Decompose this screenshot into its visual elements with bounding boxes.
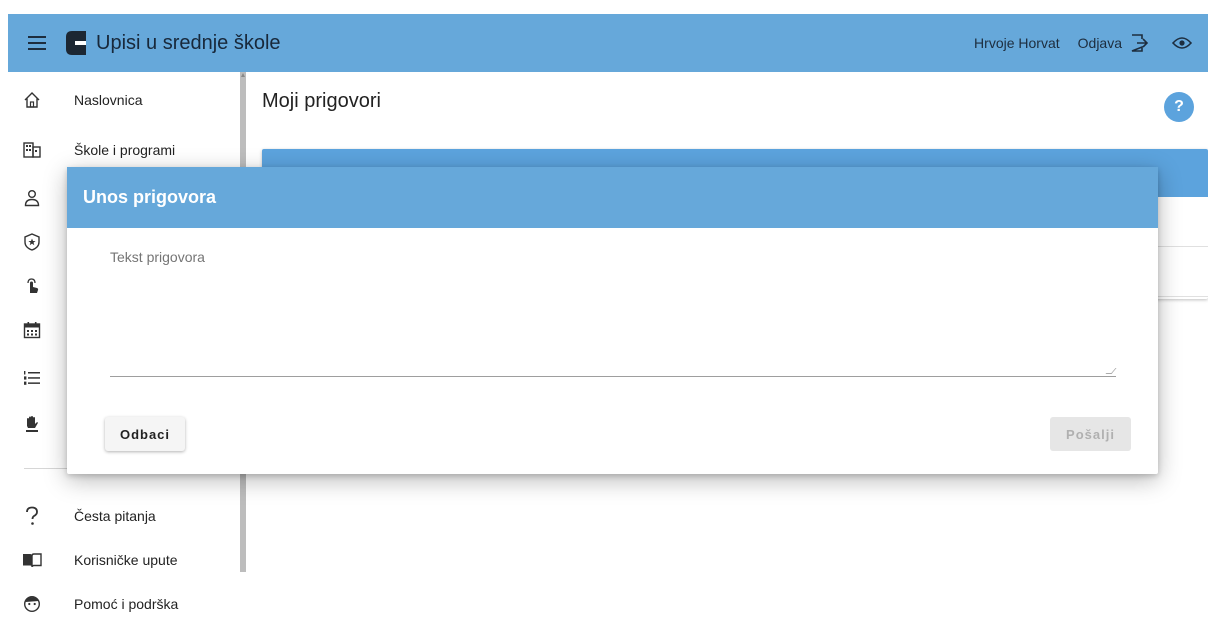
user-name[interactable]: Hrvoje Horvat <box>974 35 1060 51</box>
top-app-bar: Upisi u srednje škole Hrvoje Horvat Odja… <box>8 14 1208 72</box>
sidebar-item-faq[interactable]: Česta pitanja <box>0 494 240 538</box>
badge-star-icon <box>0 220 66 264</box>
sidebar-item-guide[interactable]: Korisničke upute <box>0 538 240 582</box>
sidebar-item-label: Korisničke upute <box>74 552 178 568</box>
calendar-icon <box>0 308 66 352</box>
dialog-title: Unos prigovora <box>83 187 217 207</box>
home-icon <box>0 78 66 122</box>
send-button[interactable]: Pošalji <box>1050 417 1131 451</box>
complaint-dialog: Unos prigovora Tekst prigovora Odbaci Po… <box>67 167 1158 474</box>
numbered-list-icon <box>0 356 66 400</box>
support-icon <box>0 582 66 619</box>
sidebar-item-label: Naslovnica <box>74 92 143 108</box>
complaint-text-field: Tekst prigovora <box>110 249 1117 377</box>
help-button[interactable]: ? <box>1164 92 1194 122</box>
tap-finger-icon <box>0 264 66 308</box>
sidebar-item-label: Škole i programi <box>74 142 176 158</box>
dialog-header: Unos prigovora <box>67 167 1158 228</box>
user-area: Hrvoje Horvat Odjava <box>974 31 1208 55</box>
question-icon <box>0 494 66 538</box>
brand-logo-icon <box>66 31 86 55</box>
menu-icon[interactable] <box>8 14 66 72</box>
sidebar-item-support[interactable]: Pomoć i podrška <box>0 582 240 619</box>
complaint-text-label: Tekst prigovora <box>110 249 205 265</box>
building-icon <box>0 128 66 172</box>
sidebar-item-label: Pomoć i podrška <box>74 596 179 612</box>
app-title[interactable]: Upisi u srednje škole <box>96 32 281 55</box>
sidebar-item-label: Česta pitanja <box>74 508 156 524</box>
sidebar-item-skole[interactable]: Škole i programi <box>0 128 240 172</box>
logout-icon[interactable] <box>1128 31 1152 55</box>
user-icon <box>0 176 66 220</box>
logout-link[interactable]: Odjava <box>1078 35 1122 51</box>
hand-vote-icon <box>0 402 66 446</box>
discard-button[interactable]: Odbaci <box>105 417 185 451</box>
book-icon <box>0 538 66 582</box>
complaint-textarea[interactable] <box>110 267 1116 377</box>
page-title: Moji prigovori <box>262 90 381 112</box>
eye-icon[interactable] <box>1170 31 1194 55</box>
sidebar-item-naslovnica[interactable]: Naslovnica <box>0 78 240 122</box>
scroll-up-arrow-icon[interactable] <box>241 73 245 77</box>
